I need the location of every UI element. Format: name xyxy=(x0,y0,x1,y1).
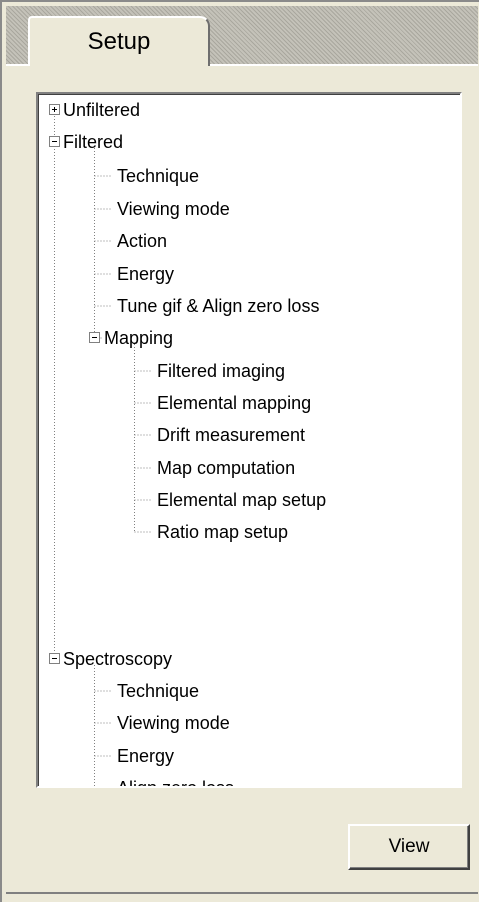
collapse-spectroscopy-icon[interactable] xyxy=(49,653,60,664)
tree-item-spectroscopy-technique[interactable]: Technique xyxy=(117,680,199,702)
expander-minus-bar xyxy=(92,337,97,338)
tree-item-spectroscopy-energy[interactable]: Energy xyxy=(117,745,174,767)
tree-item-map-computation[interactable]: Map computation xyxy=(157,457,295,479)
tree-item-filtered-viewing-mode[interactable]: Viewing mode xyxy=(117,198,230,220)
panel-bottom-border xyxy=(6,892,478,894)
tree-item-filtered-imaging[interactable]: Filtered imaging xyxy=(157,360,285,382)
expander-plus-bar xyxy=(54,107,55,112)
tree-item-ratio-map-setup[interactable]: Ratio map setup xyxy=(157,521,288,543)
tree-view[interactable]: Unfiltered Filtered Technique Viewing mo… xyxy=(36,92,462,788)
tree-item-mapping[interactable]: Mapping xyxy=(104,327,173,349)
collapse-mapping-icon[interactable] xyxy=(89,332,100,343)
expander-minus-bar xyxy=(52,658,57,659)
view-button[interactable]: View xyxy=(348,824,470,870)
tree-item-elemental-mapping[interactable]: Elemental mapping xyxy=(157,392,311,414)
tree-item-elemental-map-setup[interactable]: Elemental map setup xyxy=(157,489,326,511)
tree-item-spectroscopy-viewing-mode[interactable]: Viewing mode xyxy=(117,712,230,734)
tab-setup-label: Setup xyxy=(87,28,151,55)
tree-item-filtered-technique[interactable]: Technique xyxy=(117,165,199,187)
tree-item-unfiltered[interactable]: Unfiltered xyxy=(63,99,140,121)
setup-panel: Setup Unfiltered Filtered Technique View… xyxy=(0,0,479,902)
tab-setup[interactable]: Setup xyxy=(28,16,210,66)
tree-item-spectroscopy[interactable]: Spectroscopy xyxy=(63,648,172,670)
collapse-filtered-icon[interactable] xyxy=(49,136,60,147)
tree-item-filtered[interactable]: Filtered xyxy=(63,131,123,153)
tree-item-action[interactable]: Action xyxy=(117,230,167,252)
tree-item-filtered-energy[interactable]: Energy xyxy=(117,263,174,285)
tree-item-drift-measurement[interactable]: Drift measurement xyxy=(157,424,305,446)
expander-minus-bar xyxy=(52,141,57,142)
expand-unfiltered-icon[interactable] xyxy=(49,104,60,115)
tree-item-tune-gif-align-zero-loss[interactable]: Tune gif & Align zero loss xyxy=(117,295,319,317)
tree-item-align-zero-loss[interactable]: Align zero loss xyxy=(117,777,234,786)
